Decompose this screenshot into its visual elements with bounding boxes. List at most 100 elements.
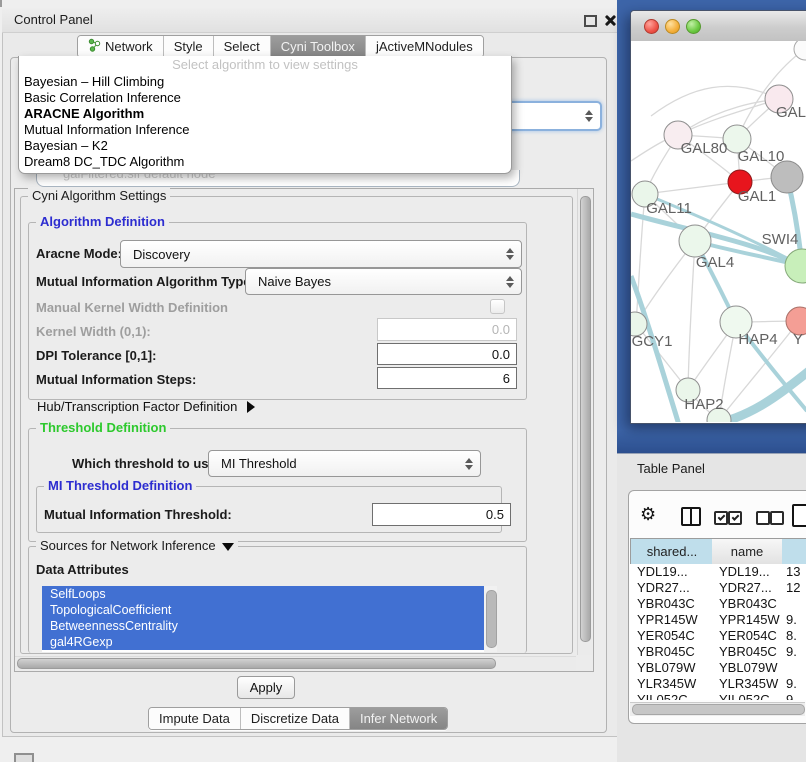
- column-header-clipped[interactable]: [782, 538, 806, 565]
- bottom-tab-infer-network[interactable]: Infer Network: [350, 708, 447, 729]
- bottom-tab-impute-data[interactable]: Impute Data: [149, 708, 241, 729]
- gear-icon[interactable]: ⚙: [640, 506, 656, 524]
- which-threshold-combobox[interactable]: MI Threshold: [208, 450, 481, 477]
- hub-transcription-factor-expander[interactable]: Hub/Transcription Factor Definition: [37, 399, 255, 414]
- expander-expanded-icon[interactable]: [222, 543, 234, 551]
- select-all-checkbox-icon[interactable]: [728, 511, 742, 525]
- table-cell: YDL19...: [630, 564, 712, 580]
- network-edge[interactable]: [645, 182, 740, 194]
- algorithm-option[interactable]: Basic Correlation Inference: [19, 90, 511, 106]
- inference-algorithm-combobox[interactable]: [505, 101, 602, 131]
- mi-steps-input[interactable]: 6: [377, 367, 517, 389]
- table-cell: YBR043C: [630, 596, 712, 612]
- network-edge[interactable]: [688, 241, 695, 390]
- tab-jactivemnodules[interactable]: jActiveMNodules: [366, 36, 483, 57]
- network-icon: [88, 38, 101, 55]
- table-row[interactable]: YDL19...YDL19...13: [630, 564, 806, 580]
- tab-style[interactable]: Style: [164, 36, 214, 57]
- algorithm-option[interactable]: ARACNE Algorithm: [19, 106, 511, 122]
- aracne-mode-combobox[interactable]: Discovery: [120, 240, 522, 268]
- tab-network[interactable]: Network: [78, 36, 164, 57]
- data-attribute-item[interactable]: SelfLoops: [42, 586, 484, 602]
- data-attributes-label: Data Attributes: [36, 562, 129, 577]
- horizontal-scrollbar-thumb[interactable]: [17, 658, 496, 669]
- table-row[interactable]: YER054CYER054C8.: [630, 628, 806, 644]
- network-node[interactable]: [785, 249, 806, 283]
- algorithm-option[interactable]: Dream8 DC_TDC Algorithm: [19, 154, 511, 170]
- data-attribute-item[interactable]: gal4RGexp: [42, 634, 484, 650]
- group-title: Threshold Definition: [36, 420, 170, 435]
- table-cell: YIL052C: [630, 692, 712, 700]
- vertical-scrollbar-thumb[interactable]: [580, 196, 591, 642]
- network-node-label: GAL80: [681, 140, 728, 157]
- network-node-label: Y: [793, 331, 803, 348]
- group-title: Cyni Algorithm Settings: [28, 188, 170, 203]
- table-row[interactable]: YPR145WYPR145W9.: [630, 612, 806, 628]
- apply-label: Apply: [250, 680, 283, 695]
- network-window-titlebar[interactable]: [631, 11, 806, 42]
- tab-label: Network: [105, 39, 153, 54]
- tab-cyni-toolbox[interactable]: Cyni Toolbox: [271, 36, 366, 57]
- stepper-arrows-icon: [465, 458, 473, 470]
- table-body: YDL19...YDL19...13YDR27...YDR27...12YBR0…: [630, 564, 806, 700]
- mi-threshold-input[interactable]: 0.5: [372, 503, 511, 526]
- table-cell: 8.: [782, 628, 806, 644]
- column-header-name[interactable]: name: [712, 538, 783, 565]
- table-cell: YBL079W: [712, 660, 782, 676]
- zoom-traffic-light-icon[interactable]: [686, 19, 701, 34]
- network-view-window[interactable]: GALGAL80GAL10GAL1GAL11GAL4SWI4GCY1HAP4YH…: [630, 10, 806, 424]
- kernel-width-input[interactable]: 0.0: [377, 318, 517, 341]
- table-horizontal-scrollbar-thumb[interactable]: [632, 704, 805, 715]
- deselect-all-checkbox-icon[interactable]: [770, 511, 784, 525]
- algorithm-dropdown-popup: Select algorithm to view settings Bayesi…: [18, 56, 512, 174]
- hub-expander-label: Hub/Transcription Factor Definition: [37, 399, 237, 414]
- algorithm-option[interactable]: Bayesian – K2: [19, 138, 511, 154]
- select-all-checkbox-icon[interactable]: [714, 511, 728, 525]
- network-node-label: GAL1: [738, 188, 776, 205]
- network-node[interactable]: [794, 41, 806, 60]
- data-attributes-list[interactable]: SelfLoopsTopologicalCoefficientBetweenne…: [42, 586, 484, 652]
- screen: Control Panel Network StyleSelectCyni Too…: [0, 0, 806, 762]
- tab-label: jActiveMNodules: [376, 39, 473, 54]
- table-cell: YLR345W: [630, 676, 712, 692]
- table-row[interactable]: YBR043CYBR043C: [630, 596, 806, 612]
- manual-kernel-width-checkbox[interactable]: [490, 299, 505, 314]
- columns-icon[interactable]: [681, 507, 701, 526]
- network-node-label: HAP4: [738, 331, 777, 348]
- network-canvas[interactable]: GALGAL80GAL10GAL1GAL11GAL4SWI4GCY1HAP4YH…: [631, 41, 806, 422]
- table-row[interactable]: YIL052CYIL052C9.: [630, 692, 806, 700]
- table-cell: YPR145W: [630, 612, 712, 628]
- manual-kernel-width-label: Manual Kernel Width Definition: [36, 300, 228, 315]
- bottom-tab-discretize-data[interactable]: Discretize Data: [241, 708, 350, 729]
- table-row[interactable]: YBL079WYBL079W: [630, 660, 806, 676]
- control-panel-titlebar: Control Panel: [2, 8, 617, 33]
- float-window-icon[interactable]: [584, 15, 597, 27]
- table-row[interactable]: YBR045CYBR045C9.: [630, 644, 806, 660]
- minimize-traffic-light-icon[interactable]: [665, 19, 680, 34]
- dpi-tolerance-input[interactable]: 0.0: [377, 343, 517, 365]
- table-row[interactable]: YLR345WYLR345W9.: [630, 676, 806, 692]
- list-scrollbar-thumb[interactable]: [486, 590, 497, 648]
- data-attribute-item[interactable]: BetweennessCentrality: [42, 618, 484, 634]
- algorithm-option[interactable]: Mutual Information Inference: [19, 122, 511, 138]
- popup-placeholder: Select algorithm to view settings: [19, 56, 511, 74]
- close-icon[interactable]: [604, 14, 617, 27]
- column-header-label: shared...: [647, 544, 698, 559]
- tab-select[interactable]: Select: [214, 36, 271, 57]
- mi-algorithm-type-combobox[interactable]: Naive Bayes: [245, 268, 522, 295]
- apply-button[interactable]: Apply: [237, 676, 295, 699]
- table-cell: 12: [782, 580, 806, 596]
- expander-collapsed-icon: [247, 401, 255, 413]
- document-icon[interactable]: [792, 504, 806, 527]
- mi-algorithm-type-value: Naive Bayes: [258, 274, 331, 289]
- algorithm-option[interactable]: Bayesian – Hill Climbing: [19, 74, 511, 90]
- mi-algorithm-type-label: Mutual Information Algorithm Type:: [36, 274, 255, 289]
- close-traffic-light-icon[interactable]: [644, 19, 659, 34]
- minimized-panel-icon[interactable]: [14, 753, 34, 762]
- table-cell: YDR27...: [630, 580, 712, 596]
- data-attribute-item[interactable]: TopologicalCoefficient: [42, 602, 484, 618]
- table-row[interactable]: YDR27...YDR27...12: [630, 580, 806, 596]
- column-header-shared-name[interactable]: shared...: [630, 538, 714, 565]
- network-node[interactable]: [679, 225, 711, 257]
- deselect-all-checkbox-icon[interactable]: [756, 511, 770, 525]
